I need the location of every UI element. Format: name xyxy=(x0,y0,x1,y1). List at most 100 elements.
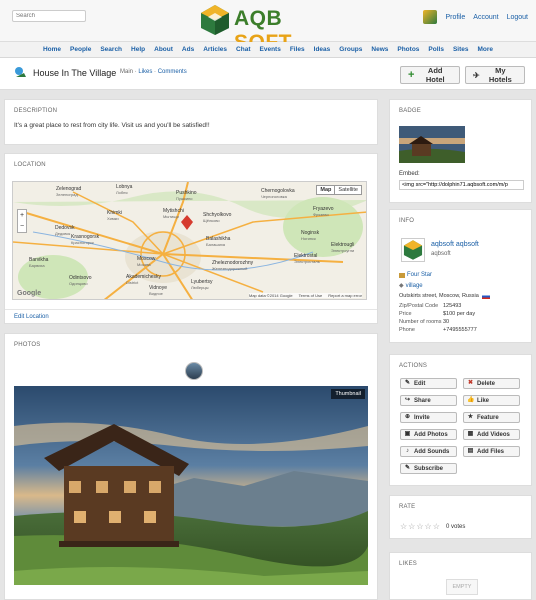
map-place-sublabel: Видное xyxy=(149,291,163,296)
nav-item-ideas[interactable]: Ideas xyxy=(314,46,331,53)
action-label: Invite xyxy=(414,414,430,421)
address: Outskirts street, Moscow, Russia xyxy=(399,293,490,299)
likes-link[interactable]: Likes xyxy=(138,69,152,75)
map-type-switch: Map Satellite xyxy=(316,185,362,195)
share-button[interactable]: ↪ Share xyxy=(400,395,457,406)
nav-item-photos[interactable]: Photos xyxy=(397,46,419,53)
badge-image[interactable] xyxy=(399,126,465,163)
nav-item-people[interactable]: People xyxy=(70,46,91,53)
add-hotel-label: Add Hotel xyxy=(425,66,445,84)
satellite-button[interactable]: Satellite xyxy=(335,186,361,194)
nav-item-home[interactable]: Home xyxy=(43,46,61,53)
like-button[interactable]: 👍 Like xyxy=(463,395,520,406)
nav-item-chat[interactable]: Chat xyxy=(236,46,250,53)
nav-item-sites[interactable]: Sites xyxy=(453,46,469,53)
plus-icon: + xyxy=(408,68,415,81)
main-tab[interactable]: Main xyxy=(120,69,133,75)
report-link[interactable]: Report a map error xyxy=(328,293,362,298)
location-map[interactable]: Map Satellite + − Google Map data ©2014 G… xyxy=(12,181,367,300)
music-icon: ♪ xyxy=(406,448,409,454)
nav-item-groups[interactable]: Groups xyxy=(339,46,362,53)
photo-thumbnail-nav[interactable] xyxy=(185,362,203,380)
map-place-sublabel: Фрязево xyxy=(313,212,329,217)
profile-link[interactable]: Profile xyxy=(445,14,465,21)
add-hotel-button[interactable]: + Add Hotel xyxy=(400,66,460,84)
add-videos-button[interactable]: ▦ Add Videos xyxy=(463,429,520,440)
comments-link[interactable]: Comments xyxy=(158,69,187,75)
nav-item-articles[interactable]: Articles xyxy=(203,46,227,53)
star-icon[interactable]: ☆ xyxy=(416,522,423,531)
zoom-control[interactable]: + − xyxy=(17,209,27,233)
terms-link[interactable]: Terms of Use xyxy=(299,293,323,298)
author-name[interactable]: aqbsoft aqbsoft xyxy=(431,241,479,248)
action-label: Add Photos xyxy=(414,431,448,438)
my-hotels-label: My Hotels xyxy=(488,66,512,84)
logo-icon xyxy=(201,5,229,35)
info-field-label: Phone xyxy=(399,327,415,333)
badge-header: BADGE xyxy=(399,108,422,114)
delete-button[interactable]: ✖ Delete xyxy=(463,378,520,389)
nav-item-help[interactable]: Help xyxy=(131,46,145,53)
nav-item-about[interactable]: About xyxy=(154,46,173,53)
my-hotels-button[interactable]: ✈ My Hotels xyxy=(465,66,525,84)
info-field-label: Zip/Postal Code xyxy=(399,303,439,309)
star-icon[interactable]: ☆ xyxy=(425,522,432,531)
map-place-sublabel: Дедовск xyxy=(55,231,71,236)
bell-icon: ✎ xyxy=(404,465,411,471)
logout-link[interactable]: Logout xyxy=(507,14,528,21)
action-label: Edit xyxy=(414,380,426,387)
main-photo[interactable]: Thumbnail xyxy=(14,386,368,585)
star-icon[interactable]: ☆ xyxy=(408,522,415,531)
info-card: INFO aqbsoft aqbsoft aqbsoft Four Star ◆… xyxy=(389,209,532,343)
map-button[interactable]: Map xyxy=(317,186,336,194)
map-place-sublabel: Одинцово xyxy=(69,281,88,286)
x-icon: ✖ xyxy=(467,380,474,386)
avatar[interactable] xyxy=(423,10,438,24)
map-place-sublabel: Красногорск xyxy=(71,240,94,245)
account-link[interactable]: Account xyxy=(473,14,498,21)
add-sounds-button[interactable]: ♪ Add Sounds xyxy=(400,446,457,457)
star-icon[interactable]: ☆ xyxy=(433,522,440,531)
site-logo[interactable]: AQB SOFT xyxy=(198,3,346,54)
tag-icon: ◆ xyxy=(399,283,404,289)
nav-item-events[interactable]: Events xyxy=(260,46,281,53)
author-avatar[interactable] xyxy=(401,238,425,262)
separator: · xyxy=(154,69,157,75)
title-links: Main · Likes · Comments xyxy=(120,69,187,75)
add-files-button[interactable]: ▤ Add Files xyxy=(463,446,520,457)
nav-item-search[interactable]: Search xyxy=(100,46,122,53)
add-photos-button[interactable]: ▣ Add Photos xyxy=(400,429,457,440)
map-data-text: Map data ©2014 Google xyxy=(248,293,293,298)
nav-item-ads[interactable]: Ads xyxy=(182,46,194,53)
invite-button[interactable]: ⊕ Invite xyxy=(400,412,457,423)
map-place-sublabel: Люберцы xyxy=(191,285,209,290)
edit-location-link[interactable]: Edit Location xyxy=(14,314,49,320)
nav-item-more[interactable]: More xyxy=(478,46,494,53)
action-label: Add Videos xyxy=(477,431,510,438)
star-icon[interactable]: ☆ xyxy=(400,522,407,531)
category[interactable]: Four Star xyxy=(399,272,432,278)
user-menu: Profile Account Logout xyxy=(423,8,528,26)
feature-button[interactable]: ★ Feature xyxy=(463,412,520,423)
map-place-sublabel: Железнодорожный xyxy=(212,266,248,271)
map-place-sublabel: Ногинск xyxy=(301,236,316,241)
info-header: INFO xyxy=(399,218,415,224)
embed-code-field[interactable] xyxy=(399,180,524,190)
map-place-sublabel: Мытищи xyxy=(163,214,179,219)
action-label: Share xyxy=(414,397,431,404)
nav-item-files[interactable]: Files xyxy=(290,46,305,53)
google-logo: Google xyxy=(17,290,42,297)
search-input[interactable] xyxy=(12,10,86,22)
action-label: Subscribe xyxy=(414,465,444,472)
map-place-sublabel: Черноголовка xyxy=(261,194,287,199)
nav-item-news[interactable]: News xyxy=(371,46,388,53)
action-label: Feature xyxy=(477,414,499,421)
plane-icon: ✈ xyxy=(473,70,480,80)
folder-icon xyxy=(399,272,405,278)
russia-flag-icon xyxy=(481,293,490,299)
nav-item-polls[interactable]: Polls xyxy=(428,46,444,53)
edit-button[interactable]: ✎ Edit xyxy=(400,378,457,389)
subscribe-button[interactable]: ✎ Subscribe xyxy=(400,463,457,474)
tag[interactable]: ◆ village xyxy=(399,282,423,290)
star-rating[interactable]: ☆ ☆ ☆ ☆ ☆ xyxy=(400,522,440,531)
